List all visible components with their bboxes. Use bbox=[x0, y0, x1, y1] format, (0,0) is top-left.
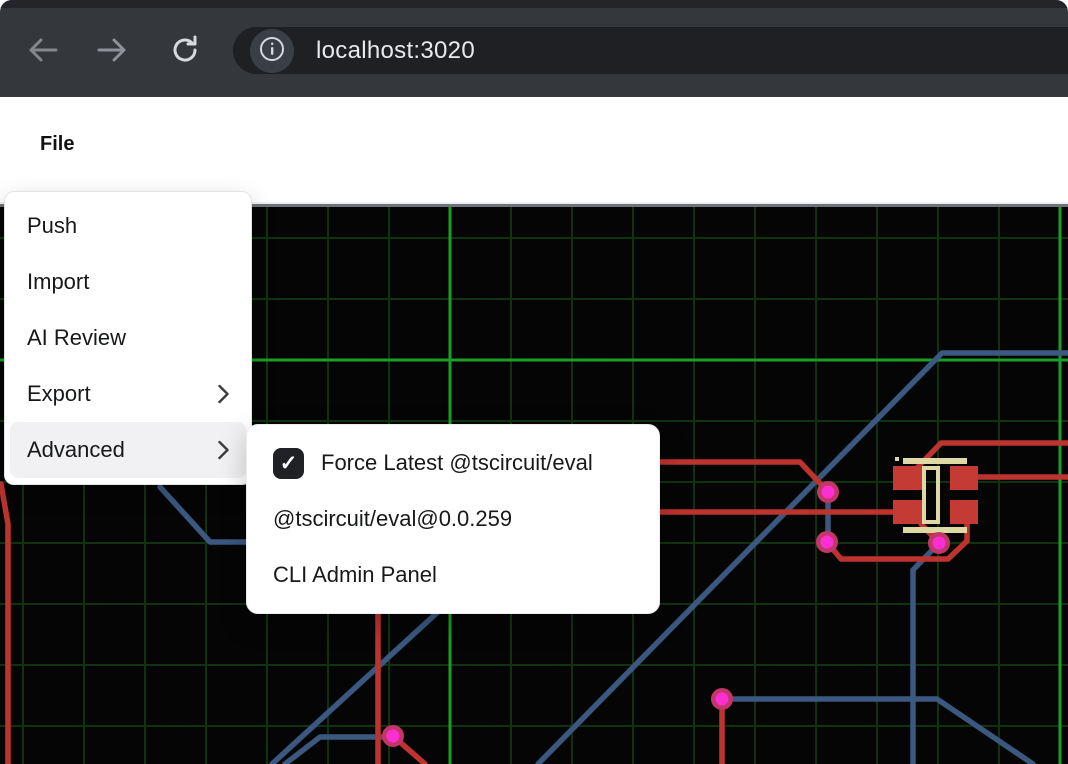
advanced-submenu: ✓ Force Latest @tscircuit/eval @tscircui… bbox=[246, 424, 660, 614]
menu-item-advanced[interactable]: Advanced bbox=[10, 422, 246, 478]
forward-button[interactable] bbox=[94, 33, 130, 69]
file-dropdown-menu: Push Import AI Review Export Advanced bbox=[4, 191, 252, 485]
back-arrow-icon bbox=[28, 37, 58, 66]
reload-icon bbox=[170, 35, 200, 68]
url-bar[interactable]: localhost:3020 bbox=[233, 27, 1068, 74]
submenu-item-label: CLI Admin Panel bbox=[273, 562, 437, 588]
chevron-right-icon bbox=[218, 384, 229, 404]
forward-arrow-icon bbox=[97, 37, 127, 66]
site-info-button[interactable] bbox=[250, 29, 294, 73]
submenu-item-force-latest[interactable]: ✓ Force Latest @tscircuit/eval bbox=[247, 435, 659, 491]
menu-item-label: Advanced bbox=[27, 437, 125, 463]
menu-item-push[interactable]: Push bbox=[10, 198, 246, 254]
menu-item-ai-review[interactable]: AI Review bbox=[10, 310, 246, 366]
menu-item-label: Import bbox=[27, 269, 89, 295]
force-latest-checkbox[interactable]: ✓ bbox=[273, 448, 304, 479]
menu-item-import[interactable]: Import bbox=[10, 254, 246, 310]
menu-item-export[interactable]: Export bbox=[10, 366, 246, 422]
window-title-strip bbox=[0, 0, 1068, 8]
page-header: File bbox=[0, 97, 1068, 202]
file-menu-button[interactable]: File bbox=[40, 133, 74, 156]
submenu-item-eval-version[interactable]: @tscircuit/eval@0.0.259 bbox=[247, 491, 659, 547]
checkmark-icon: ✓ bbox=[280, 451, 298, 476]
browser-window: localhost:3020 File Push Import AI Revie… bbox=[0, 0, 1068, 764]
menu-item-label: AI Review bbox=[27, 325, 126, 351]
submenu-item-cli-admin-panel[interactable]: CLI Admin Panel bbox=[247, 547, 659, 603]
back-button[interactable] bbox=[25, 33, 61, 69]
chevron-right-icon bbox=[218, 440, 229, 460]
url-text[interactable]: localhost:3020 bbox=[316, 37, 475, 65]
browser-toolbar: localhost:3020 bbox=[0, 0, 1068, 97]
menu-item-label: Export bbox=[27, 381, 91, 407]
menu-item-label: Push bbox=[27, 213, 77, 239]
reload-button[interactable] bbox=[167, 33, 203, 69]
info-icon bbox=[259, 36, 285, 65]
submenu-item-label: @tscircuit/eval@0.0.259 bbox=[273, 506, 512, 532]
submenu-item-label: Force Latest @tscircuit/eval bbox=[321, 450, 593, 476]
